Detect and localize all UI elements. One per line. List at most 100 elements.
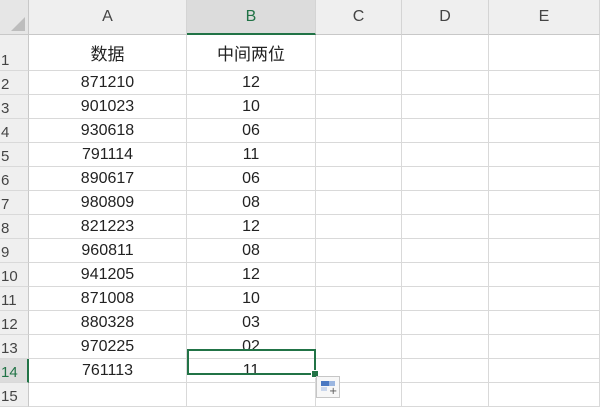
cell-b9[interactable]: 08 <box>187 239 316 263</box>
cell-e11[interactable] <box>489 287 600 311</box>
row-header-13[interactable]: 13 <box>0 335 29 359</box>
cell-c1[interactable] <box>316 35 402 71</box>
column-header-e[interactable]: E <box>489 0 600 35</box>
cell-a12[interactable]: 880328 <box>29 311 187 335</box>
cell-a10[interactable]: 941205 <box>29 263 187 287</box>
cell-c5[interactable] <box>316 143 402 167</box>
cell-a5[interactable]: 791114 <box>29 143 187 167</box>
select-all-button[interactable] <box>0 0 29 35</box>
cell-a6[interactable]: 890617 <box>29 167 187 191</box>
row-header-6[interactable]: 6 <box>0 167 29 191</box>
cell-c12[interactable] <box>316 311 402 335</box>
row-header-11[interactable]: 11 <box>0 287 29 311</box>
cell-b15[interactable] <box>187 383 316 407</box>
cell-d5[interactable] <box>402 143 489 167</box>
cell-a7[interactable]: 980809 <box>29 191 187 215</box>
cell-c4[interactable] <box>316 119 402 143</box>
cell-e8[interactable] <box>489 215 600 239</box>
cell-d14[interactable] <box>402 359 489 383</box>
row-header-15[interactable]: 15 <box>0 383 29 407</box>
cell-e7[interactable] <box>489 191 600 215</box>
cell-a1[interactable]: 数据 <box>29 35 187 71</box>
cell-d6[interactable] <box>402 167 489 191</box>
cell-e2[interactable] <box>489 71 600 95</box>
cell-d8[interactable] <box>402 215 489 239</box>
cell-b12[interactable]: 03 <box>187 311 316 335</box>
quick-analysis-icon[interactable]: + <box>316 376 340 398</box>
cell-e3[interactable] <box>489 95 600 119</box>
cell-d13[interactable] <box>402 335 489 359</box>
cell-e6[interactable] <box>489 167 600 191</box>
row-header-5[interactable]: 5 <box>0 143 29 167</box>
cell-c8[interactable] <box>316 215 402 239</box>
column-header-a[interactable]: A <box>29 0 187 35</box>
cell-e4[interactable] <box>489 119 600 143</box>
select-all-triangle-icon <box>11 17 25 31</box>
quick-analysis-block-3 <box>321 387 327 391</box>
column-header-d[interactable]: D <box>402 0 489 35</box>
cell-b3[interactable]: 10 <box>187 95 316 119</box>
row-header-1[interactable]: 1 <box>0 35 29 71</box>
cell-b11[interactable]: 10 <box>187 287 316 311</box>
cell-b10[interactable]: 12 <box>187 263 316 287</box>
cell-d4[interactable] <box>402 119 489 143</box>
row-header-8[interactable]: 8 <box>0 215 29 239</box>
quick-analysis-plus: + <box>329 386 338 397</box>
cell-a8[interactable]: 821223 <box>29 215 187 239</box>
cell-a13[interactable]: 970225 <box>29 335 187 359</box>
row-header-7[interactable]: 7 <box>0 191 29 215</box>
cell-b2[interactable]: 12 <box>187 71 316 95</box>
cell-e5[interactable] <box>489 143 600 167</box>
spreadsheet-grid: ABCDE 1 2 3 4 5 6 7 8 9 10 11 12 13 14 15 数据 中间两位 871210… <box>0 0 600 407</box>
row-header-3[interactable]: 3 <box>0 95 29 119</box>
cell-d9[interactable] <box>402 239 489 263</box>
row-header-10[interactable]: 10 <box>0 263 29 287</box>
row-header-14[interactable]: 14 <box>0 359 29 383</box>
row-header-12[interactable]: 12 <box>0 311 29 335</box>
cell-d10[interactable] <box>402 263 489 287</box>
cell-a2[interactable]: 871210 <box>29 71 187 95</box>
quick-analysis-block-1 <box>321 381 329 386</box>
cell-d3[interactable] <box>402 95 489 119</box>
cell-c7[interactable] <box>316 191 402 215</box>
cell-e12[interactable] <box>489 311 600 335</box>
cell-d12[interactable] <box>402 311 489 335</box>
cell-b13[interactable]: 02 <box>187 335 316 359</box>
row-header-4[interactable]: 4 <box>0 119 29 143</box>
cell-e15[interactable] <box>489 383 600 407</box>
cell-d2[interactable] <box>402 71 489 95</box>
row-header-2[interactable]: 2 <box>0 71 29 95</box>
cell-c13[interactable] <box>316 335 402 359</box>
cell-d11[interactable] <box>402 287 489 311</box>
cell-b14[interactable]: 11 <box>187 359 316 383</box>
cell-a4[interactable]: 930618 <box>29 119 187 143</box>
column-header-c[interactable]: C <box>316 0 402 35</box>
cell-a15[interactable] <box>29 383 187 407</box>
column-header-b[interactable]: B <box>187 0 316 35</box>
cell-a11[interactable]: 871008 <box>29 287 187 311</box>
cell-c9[interactable] <box>316 239 402 263</box>
cell-e14[interactable] <box>489 359 600 383</box>
cell-e9[interactable] <box>489 239 600 263</box>
cell-c3[interactable] <box>316 95 402 119</box>
cell-e1[interactable] <box>489 35 600 71</box>
cell-b8[interactable]: 12 <box>187 215 316 239</box>
cell-a9[interactable]: 960811 <box>29 239 187 263</box>
cell-b6[interactable]: 06 <box>187 167 316 191</box>
cell-b4[interactable]: 06 <box>187 119 316 143</box>
cell-b1[interactable]: 中间两位 <box>187 35 316 71</box>
row-header-9[interactable]: 9 <box>0 239 29 263</box>
cell-d15[interactable] <box>402 383 489 407</box>
cell-c2[interactable] <box>316 71 402 95</box>
cell-a3[interactable]: 901023 <box>29 95 187 119</box>
cell-d1[interactable] <box>402 35 489 71</box>
cell-e13[interactable] <box>489 335 600 359</box>
cell-e10[interactable] <box>489 263 600 287</box>
cell-d7[interactable] <box>402 191 489 215</box>
cell-b7[interactable]: 08 <box>187 191 316 215</box>
cell-b5[interactable]: 11 <box>187 143 316 167</box>
cell-c11[interactable] <box>316 287 402 311</box>
cell-c6[interactable] <box>316 167 402 191</box>
cell-c10[interactable] <box>316 263 402 287</box>
cell-a14[interactable]: 761113 <box>29 359 187 383</box>
